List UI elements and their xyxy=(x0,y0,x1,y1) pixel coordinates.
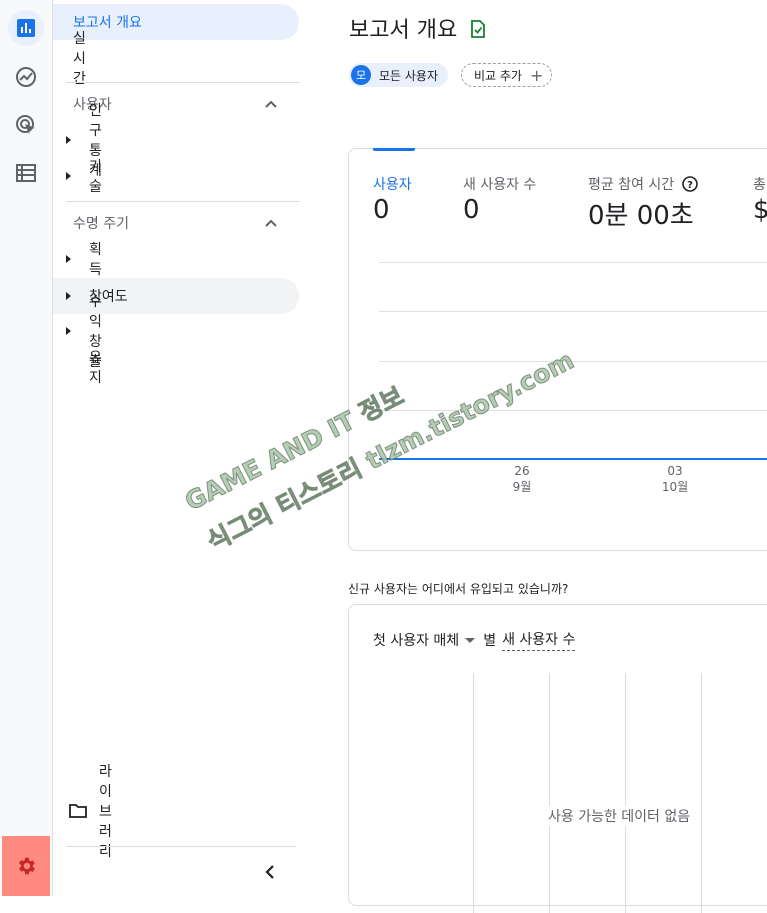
chevron-up-icon xyxy=(265,100,277,108)
explore-icon[interactable] xyxy=(8,59,44,95)
metric-tab-new-users[interactable]: 새 사용자 수 xyxy=(463,174,536,194)
x-tick-label: 03 10월 xyxy=(655,464,695,495)
add-comparison-label: 비교 추가 xyxy=(474,68,522,83)
left-icon-rail xyxy=(0,0,53,896)
x-tick-day: 03 xyxy=(667,464,683,478)
chart-gridline xyxy=(625,673,626,913)
nav-section-label: 수명 주기 xyxy=(73,216,129,232)
metric-label-text: 평균 참여 시간 xyxy=(588,177,675,193)
metric-value-users: 0 xyxy=(373,195,390,225)
nav-divider xyxy=(66,846,296,847)
chart-gridline xyxy=(701,673,702,913)
x-tick-month: 10월 xyxy=(661,480,689,494)
chart-gridline xyxy=(379,311,767,312)
collapse-nav-chevron-left-icon[interactable] xyxy=(265,864,281,880)
nav-label: 획득 xyxy=(89,242,102,278)
configure-icon[interactable] xyxy=(8,155,44,191)
nav-report-overview[interactable]: 보고서 개요 xyxy=(53,4,299,40)
caret-right-icon xyxy=(66,327,71,335)
caret-right-icon xyxy=(66,255,71,263)
no-data-message: 사용 가능한 데이터 없음 xyxy=(546,806,693,826)
comparison-label: 모든 사용자 xyxy=(379,68,439,83)
nav-section-lifecycle[interactable]: 수명 주기 xyxy=(53,205,299,241)
metric-value-total: $ xyxy=(753,195,767,225)
all-users-chip[interactable]: 모 모든 사용자 xyxy=(349,63,449,87)
page-title: 보고서 개요 xyxy=(349,18,458,43)
dimension-dropdown[interactable]: 첫 사용자 매체 xyxy=(373,630,459,650)
caret-right-icon xyxy=(66,172,71,180)
comparison-avatar: 모 xyxy=(351,65,371,85)
advertising-icon[interactable] xyxy=(8,107,44,143)
x-tick-month: 9월 xyxy=(512,480,532,494)
chart-gridline xyxy=(473,673,474,913)
acquisition-card: 첫 사용자 매체 별 새 사용자 수 사용 가능한 데이터 없음 xyxy=(348,604,767,913)
svg-text:?: ? xyxy=(687,180,693,191)
dimension-by-label: 별 xyxy=(483,633,497,649)
add-comparison-button[interactable]: 비교 추가 + xyxy=(461,63,553,87)
help-icon[interactable]: ? xyxy=(681,176,698,192)
overview-chart-card: 사용자 0 새 사용자 수 0 평균 참여 시간 ? 0분 00초 총 $ 26… xyxy=(348,148,767,551)
metric-value-new-users: 0 xyxy=(463,195,480,225)
x-tick-day: 26 xyxy=(514,464,530,478)
main-content: 보고서 개요 모 모든 사용자 비교 추가 + 사용자 0 새 사용자 수 0 … xyxy=(307,0,767,913)
metric-tab-total[interactable]: 총 xyxy=(753,174,766,194)
x-tick-label: 26 9월 xyxy=(502,464,542,495)
chart-gridline xyxy=(379,410,767,411)
chart-gridline xyxy=(379,262,767,263)
active-metric-indicator xyxy=(373,148,415,151)
settings-gear-icon[interactable] xyxy=(2,836,50,896)
metric-tab-users[interactable]: 사용자 xyxy=(373,174,412,194)
chart-series-line xyxy=(379,458,767,460)
chevron-up-icon xyxy=(265,219,277,227)
nav-label: 실시간 xyxy=(73,31,86,87)
caret-right-icon xyxy=(66,136,71,144)
nav-divider xyxy=(66,201,300,202)
dropdown-arrow-icon[interactable] xyxy=(465,637,476,643)
metric-label[interactable]: 새 사용자 수 xyxy=(502,629,576,651)
folder-icon xyxy=(69,804,87,818)
chart-gridline xyxy=(549,673,550,913)
report-check-icon[interactable] xyxy=(470,20,486,38)
nav-label: 기술 xyxy=(89,159,102,195)
reports-navigation: 보고서 개요 실시간 사용자 인구통계 기술 수명 주기 획득 참여도 수익 창… xyxy=(53,0,307,896)
plus-icon: + xyxy=(529,65,544,85)
reports-icon[interactable] xyxy=(8,10,44,46)
acquisition-question: 신규 사용자는 어디에서 유입되고 있습니까? xyxy=(348,582,569,596)
nav-divider xyxy=(66,82,300,83)
caret-right-icon xyxy=(66,292,71,300)
nav-label: 유지 xyxy=(89,350,102,386)
metric-tab-avg-engagement[interactable]: 평균 참여 시간 ? xyxy=(588,174,698,194)
metric-value-avg-engagement: 0분 00초 xyxy=(588,201,694,231)
dimension-selector-row: 첫 사용자 매체 별 새 사용자 수 xyxy=(373,629,576,651)
chart-gridline xyxy=(379,361,767,362)
